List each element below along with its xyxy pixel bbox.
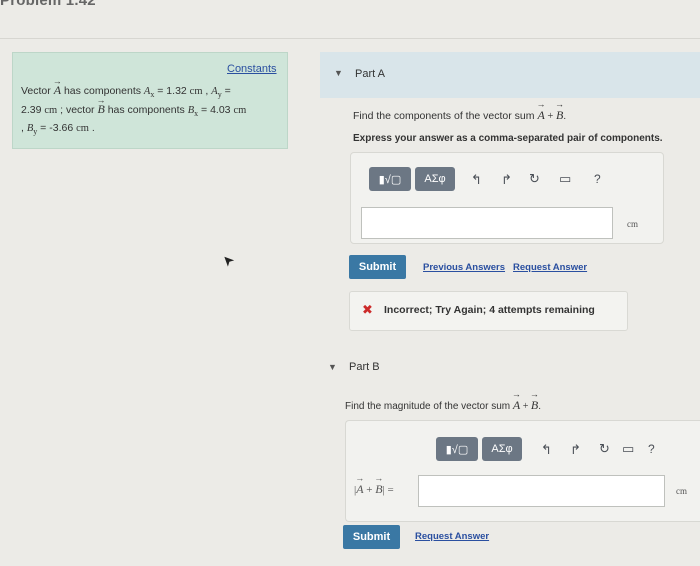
part-b-label[interactable]: Part B bbox=[349, 361, 380, 373]
part-b-unit: cm bbox=[676, 486, 687, 496]
templates-button[interactable]: ▮√▢ bbox=[436, 437, 478, 461]
text: Find the magnitude of the vector sum bbox=[345, 401, 513, 412]
help-icon[interactable]: ? bbox=[648, 442, 655, 456]
abs-bar-equals: | = bbox=[382, 484, 394, 496]
page-title: Problem 1.42 bbox=[0, 0, 96, 9]
unit-cm: cm bbox=[76, 123, 89, 135]
caret-down-icon[interactable]: ▼ bbox=[334, 68, 343, 78]
bx-value: = 4.03 bbox=[198, 104, 234, 117]
unit-cm: cm bbox=[233, 105, 247, 117]
part-b-answer-input[interactable] bbox=[418, 475, 665, 507]
unit-cm: cm bbox=[189, 86, 203, 97]
text: , bbox=[202, 85, 212, 97]
redo-icon[interactable]: ↱ bbox=[501, 172, 512, 188]
by-value: = -3.66 bbox=[37, 122, 77, 135]
part-a-answer-input[interactable] bbox=[361, 207, 613, 239]
constants-link[interactable]: Constants bbox=[227, 63, 277, 75]
magnitude-label: |A + B| = bbox=[354, 482, 394, 497]
constants-text: Vector A has components Ax = 1.32 cm , A… bbox=[21, 83, 283, 139]
vector-a-symbol: A bbox=[356, 482, 363, 496]
text: ; vector bbox=[57, 104, 98, 117]
text: Vector bbox=[21, 85, 54, 97]
help-icon[interactable]: ? bbox=[594, 172, 601, 186]
undo-icon[interactable]: ↰ bbox=[471, 172, 482, 188]
reset-icon[interactable]: ↻ bbox=[529, 171, 540, 187]
text: . bbox=[88, 122, 95, 135]
vector-b-symbol: B bbox=[556, 108, 563, 122]
constants-panel: Constants Vector A has components Ax = 1… bbox=[12, 52, 288, 149]
vector-b-symbol: B bbox=[97, 102, 104, 116]
vector-a-symbol: A bbox=[54, 83, 61, 97]
templates-button[interactable]: ▮√▢ bbox=[369, 167, 411, 191]
part-a-instruction: Express your answer as a comma-separated… bbox=[353, 133, 663, 144]
plus: + bbox=[363, 484, 376, 496]
undo-icon[interactable]: ↰ bbox=[541, 442, 552, 458]
previous-answers-link[interactable]: Previous Answers bbox=[423, 262, 505, 273]
unit-cm: cm bbox=[44, 105, 58, 117]
keyboard-icon[interactable]: ▭ bbox=[559, 171, 571, 187]
header-divider bbox=[0, 38, 700, 39]
vector-a-symbol: A bbox=[513, 398, 520, 412]
part-b-submit-button[interactable]: Submit bbox=[343, 525, 400, 549]
vector-b-symbol: B bbox=[531, 398, 538, 412]
part-a-unit: cm bbox=[627, 219, 638, 229]
greek-symbols-button[interactable]: ΑΣφ bbox=[482, 437, 522, 461]
greek-symbols-button[interactable]: ΑΣφ bbox=[415, 167, 455, 191]
feedback-text: Incorrect; Try Again; 4 attempts remaini… bbox=[384, 304, 595, 316]
part-a-answer-box: ▮√▢ ΑΣφ ↰ ↱ ↻ ▭ ? cm bbox=[350, 152, 664, 244]
part-a-submit-button[interactable]: Submit bbox=[349, 255, 406, 279]
reset-icon[interactable]: ↻ bbox=[599, 441, 610, 457]
caret-down-icon[interactable]: ▼ bbox=[328, 362, 337, 372]
text: has components bbox=[104, 104, 188, 117]
text: = bbox=[221, 85, 231, 97]
feedback-message: ✖ Incorrect; Try Again; 4 attempts remai… bbox=[349, 291, 628, 331]
part-a-label[interactable]: Part A bbox=[355, 68, 385, 80]
vector-a-symbol: A bbox=[537, 108, 544, 122]
part-b-question: Find the magnitude of the vector sum A +… bbox=[345, 398, 541, 413]
ax-value: = 1.32 bbox=[154, 85, 190, 97]
text: Find the components of the vector sum bbox=[353, 110, 538, 122]
part-b-request-answer-link[interactable]: Request Answer bbox=[415, 531, 489, 542]
text: . bbox=[538, 401, 541, 412]
part-a-request-answer-link[interactable]: Request Answer bbox=[513, 262, 587, 273]
keyboard-icon[interactable]: ▭ bbox=[622, 441, 634, 457]
plus: + bbox=[520, 401, 531, 412]
mouse-cursor-icon: ➤ bbox=[217, 251, 238, 271]
plus: + bbox=[544, 111, 556, 122]
part-a-question: Find the components of the vector sum A … bbox=[353, 108, 566, 123]
incorrect-x-icon: ✖ bbox=[362, 302, 373, 317]
text: . bbox=[563, 110, 567, 122]
ay-value: 2.39 bbox=[21, 104, 45, 117]
part-b-answer-box: ▮√▢ ΑΣφ ↰ ↱ ↻ ▭ ? |A + B| = cm bbox=[345, 420, 700, 522]
redo-icon[interactable]: ↱ bbox=[570, 442, 581, 458]
vector-b-symbol: B bbox=[375, 482, 382, 496]
